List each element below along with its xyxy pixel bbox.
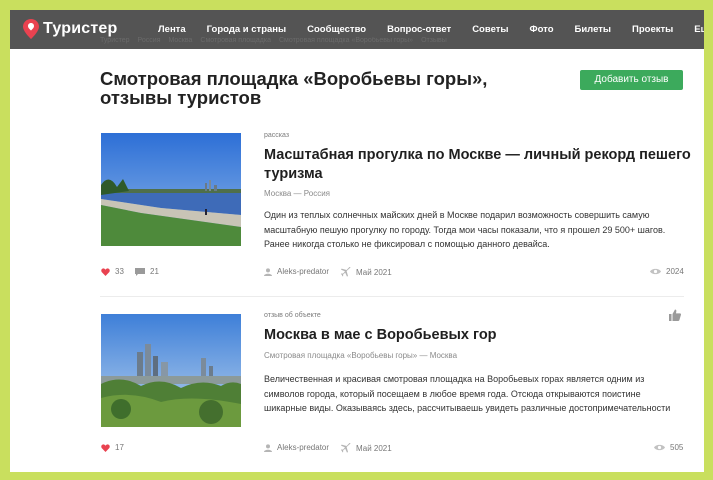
user-icon	[264, 443, 272, 452]
top-navigation-bar: Туристер Туристер Россия Москва Смотрова…	[10, 10, 704, 49]
like-count: 17	[115, 443, 124, 452]
comments-button[interactable]: 21	[135, 267, 159, 276]
post-author[interactable]: Aleks-predator	[264, 443, 329, 452]
river-embankment-photo	[101, 133, 241, 246]
post-author[interactable]: Aleks-predator	[264, 267, 329, 276]
comment-icon	[135, 267, 145, 276]
nav-item-projects[interactable]: Проекты	[632, 24, 673, 35]
map-pin-logo-icon	[23, 19, 39, 39]
view-count: 2024	[666, 267, 684, 276]
page-frame: Туристер Туристер Россия Москва Смотрова…	[10, 10, 704, 472]
nav-item-community[interactable]: Сообщество	[307, 24, 366, 35]
like-button[interactable]: 33	[101, 267, 124, 276]
nav-item-tips[interactable]: Советы	[472, 24, 508, 35]
post-type-label: отзыв об объекте	[264, 312, 321, 319]
like-button[interactable]: 17	[101, 443, 124, 452]
moscow-city-skyline-photo	[101, 314, 241, 427]
trip-date: Май 2021	[356, 267, 392, 277]
nav-item-feed[interactable]: Лента	[158, 24, 186, 35]
add-review-button[interactable]: Добавить отзыв	[580, 70, 683, 90]
post-excerpt: Величественная и красивая смотровая площ…	[264, 374, 671, 413]
post-location[interactable]: Смотровая площадка «Воробьевы горы» — Мо…	[264, 351, 457, 360]
post-title[interactable]: Москва в мае с Воробьевых гор	[264, 326, 694, 345]
nav-item-more[interactable]: Еще	[694, 24, 704, 35]
thumbs-up-icon	[669, 309, 681, 321]
breadcrumb-item[interactable]: Туристер	[100, 37, 130, 46]
nav-item-qa[interactable]: Вопрос-ответ	[387, 24, 451, 35]
heart-icon	[101, 443, 110, 452]
author-name: Aleks-predator	[277, 443, 330, 452]
divider	[100, 296, 684, 297]
post-type-label: рассказ	[264, 132, 290, 139]
view-counter: 505	[654, 443, 683, 452]
like-count: 33	[115, 267, 124, 276]
post-excerpt: Один из теплых солнечных майских дней в …	[264, 210, 666, 249]
post-trip-date: Май 2021	[341, 267, 392, 277]
trip-date: Май 2021	[356, 443, 392, 453]
heart-icon	[101, 267, 110, 276]
site-logo[interactable]: Туристер	[23, 19, 117, 39]
post-trip-date: Май 2021	[341, 443, 392, 453]
page-title: Смотровая площадка «Воробьевы горы», отз…	[100, 68, 488, 108]
user-icon	[264, 267, 272, 276]
view-counter: 2024	[650, 267, 684, 276]
main-nav: Лента Города и страны Сообщество Вопрос-…	[158, 10, 704, 49]
view-count: 505	[670, 443, 684, 452]
comment-count: 21	[150, 267, 159, 276]
plane-icon	[341, 267, 351, 277]
post-thumbnail[interactable]	[101, 314, 241, 427]
nav-item-photo[interactable]: Фото	[530, 24, 554, 35]
post-thumbnail[interactable]	[101, 133, 241, 246]
thumbs-up-button[interactable]	[669, 308, 681, 326]
nav-item-tickets[interactable]: Билеты	[575, 24, 612, 35]
post-location[interactable]: Москва — Россия	[264, 189, 330, 198]
post-title[interactable]: Масштабная прогулка по Москве — личный р…	[264, 146, 694, 184]
logo-text: Туристер	[43, 20, 118, 37]
eye-icon	[654, 444, 665, 451]
nav-item-cities[interactable]: Города и страны	[207, 24, 287, 35]
author-name: Aleks-predator	[277, 267, 330, 276]
plane-icon	[341, 443, 351, 453]
eye-icon	[650, 268, 661, 275]
